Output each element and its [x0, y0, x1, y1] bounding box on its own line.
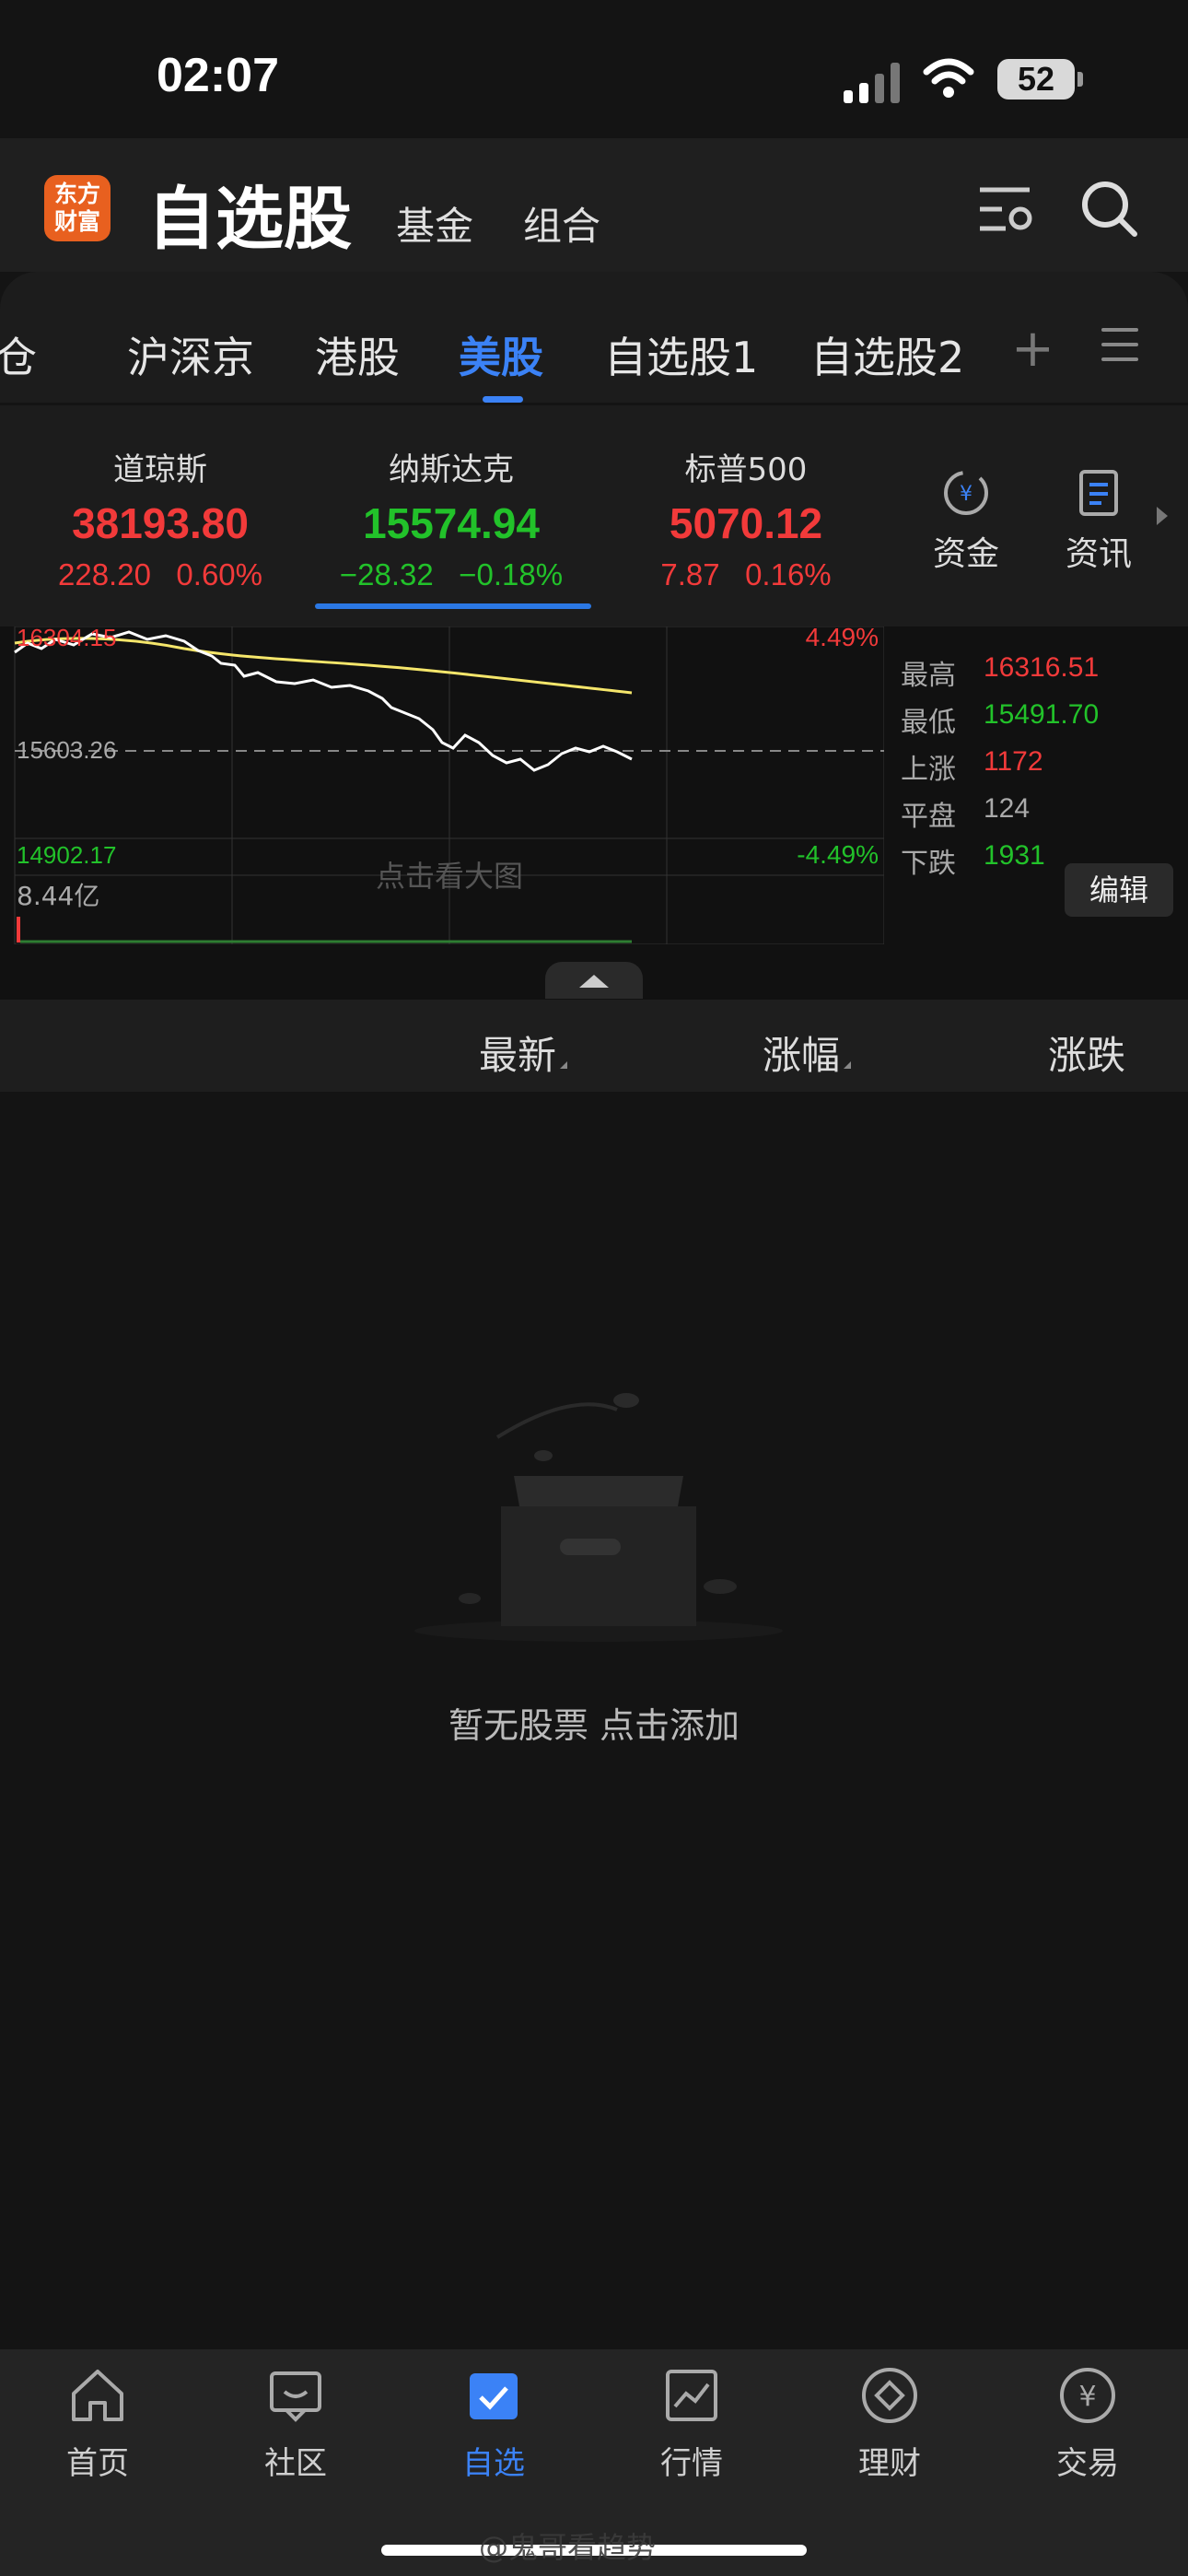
stat-value-advancers: 1172 [984, 746, 1043, 777]
collapse-chart-button[interactable] [545, 962, 643, 999]
nav-watchlist[interactable]: 自选 [420, 2364, 567, 2483]
chart-hint[interactable]: 点击看大图 [376, 859, 523, 894]
chevron-up-icon [579, 975, 609, 988]
chart-down-pct: -4.49% [797, 840, 879, 869]
tab-hk[interactable]: 港股 [315, 324, 400, 385]
search-icon[interactable] [1077, 177, 1142, 241]
stat-label-decliners: 下跌 [901, 848, 956, 880]
header-link-portfolio[interactable]: 组合 [523, 195, 600, 252]
tab-hs-bj[interactable]: 沪深京 [127, 324, 254, 385]
nav-home-label: 首页 [66, 2445, 129, 2482]
index-change: −28.32 −0.18% [339, 557, 564, 591]
settings-list-icon[interactable] [974, 177, 1039, 241]
stat-value-unchanged: 124 [984, 793, 1031, 824]
battery-indicator: 52 [997, 59, 1075, 100]
nav-wealth-label: 理财 [858, 2445, 921, 2482]
nav-market[interactable]: 行情 [618, 2364, 765, 2483]
funds-label: 资金 [932, 535, 999, 573]
watchlist-check-icon [470, 2373, 518, 2419]
header-link-funds[interactable]: 基金 [396, 195, 473, 252]
stat-value-low: 15491.70 [984, 699, 1100, 730]
news-label: 资讯 [1065, 535, 1132, 573]
tab-holdings[interactable]: 仓 [0, 324, 37, 385]
intraday-chart[interactable]: 16304.15 15603.26 14902.17 4.49% -4.49% … [0, 626, 884, 944]
nav-trade[interactable]: ¥ 交易 [1014, 2364, 1161, 2483]
battery-tip [1077, 72, 1083, 87]
edit-button[interactable]: 编辑 [1065, 863, 1173, 917]
nav-trade-label: 交易 [1056, 2445, 1119, 2482]
empty-state-add-stock[interactable]: 暂无股票 点击添加 [0, 1697, 1188, 1748]
stat-label-low: 最低 [901, 707, 956, 739]
chart-mid-label: 15603.26 [17, 736, 116, 764]
nav-watchlist-label: 自选 [462, 2445, 525, 2482]
index-card-dow[interactable]: 道琼斯 38193.80 228.20 0.60% [22, 444, 308, 592]
sort-icon [560, 1061, 568, 1069]
yuan-icon: ¥ [1060, 2368, 1115, 2423]
column-change-label: 涨跌 [1048, 1033, 1126, 1078]
index-card-nasdaq[interactable]: 纳斯达克 15574.94 −28.32 −0.18% [313, 444, 599, 592]
news-icon [1079, 470, 1118, 516]
line-chart-icon [666, 2370, 717, 2421]
index-change: 7.87 0.16% [660, 557, 832, 591]
index-change: 228.20 0.60% [57, 557, 262, 591]
page-title[interactable]: 自选股 [147, 164, 352, 263]
funds-button[interactable]: ¥ 资金 [915, 468, 1017, 575]
active-index-indicator [315, 603, 591, 609]
cellular-signal-icon [844, 63, 901, 103]
home-icon [72, 2370, 123, 2421]
nav-community-label: 社区 [264, 2445, 327, 2482]
tab-watchlist-1[interactable]: 自选股1 [604, 324, 758, 385]
column-change-pct-label: 涨幅 [763, 1033, 841, 1078]
index-name: 道琼斯 [113, 451, 207, 488]
nav-community[interactable]: 社区 [222, 2364, 369, 2483]
index-name: 纳斯达克 [389, 451, 514, 488]
tab-menu-icon[interactable] [1101, 328, 1138, 365]
index-value: 15574.94 [363, 499, 540, 547]
wifi-icon [923, 58, 974, 98]
chart-low-label: 14902.17 [17, 841, 116, 869]
yuan-cycle-icon: ¥ [944, 471, 988, 515]
diamond-icon [862, 2368, 917, 2423]
index-card-sp500[interactable]: 标普500 5070.12 7.87 0.16% [608, 444, 893, 592]
empty-box-illustration [414, 1393, 783, 1642]
column-latest-label: 最新 [479, 1033, 557, 1078]
add-tab-icon[interactable]: + [1011, 319, 1054, 379]
column-latest[interactable]: 最新 [479, 1025, 568, 1081]
stat-label-high: 最高 [901, 660, 956, 692]
logo-text-1: 东方 [53, 181, 100, 207]
column-change-pct[interactable]: 涨幅 [763, 1025, 852, 1081]
stat-value-high: 16316.51 [984, 652, 1100, 683]
status-time: 02:07 [157, 49, 279, 102]
watermark: @鬼哥看趋势 [479, 2530, 657, 2565]
index-name: 标普500 [684, 451, 808, 488]
app-logo[interactable]: 东方 财富 [44, 175, 111, 241]
nav-wealth[interactable]: 理财 [816, 2364, 963, 2483]
index-value: 5070.12 [669, 499, 823, 547]
chart-up-pct: 4.49% [806, 626, 879, 651]
svg-text:¥: ¥ [1078, 2381, 1096, 2413]
nav-home[interactable]: 首页 [24, 2364, 171, 2483]
chart-high-label: 16304.15 [17, 626, 116, 651]
news-button[interactable]: 资讯 [1048, 468, 1149, 575]
svg-text:¥: ¥ [960, 483, 973, 506]
tab-watchlist-2[interactable]: 自选股2 [810, 324, 964, 385]
index-value: 38193.80 [72, 499, 249, 547]
tab-us[interactable]: 美股 [459, 324, 543, 385]
column-header [0, 1000, 1188, 1092]
stat-label-unchanged: 平盘 [901, 801, 956, 833]
stat-label-advancers: 上涨 [901, 754, 956, 786]
chart-volume: 8.44亿 [17, 881, 99, 911]
column-change[interactable]: 涨跌 [1048, 1025, 1125, 1081]
active-tab-indicator [483, 396, 523, 403]
stat-value-decliners: 1931 [984, 840, 1045, 871]
sort-icon [844, 1061, 852, 1069]
chat-bubble-icon [270, 2371, 321, 2422]
scroll-right-icon[interactable] [1157, 507, 1168, 525]
logo-text-2: 财富 [53, 208, 100, 235]
nav-market-label: 行情 [660, 2445, 723, 2482]
